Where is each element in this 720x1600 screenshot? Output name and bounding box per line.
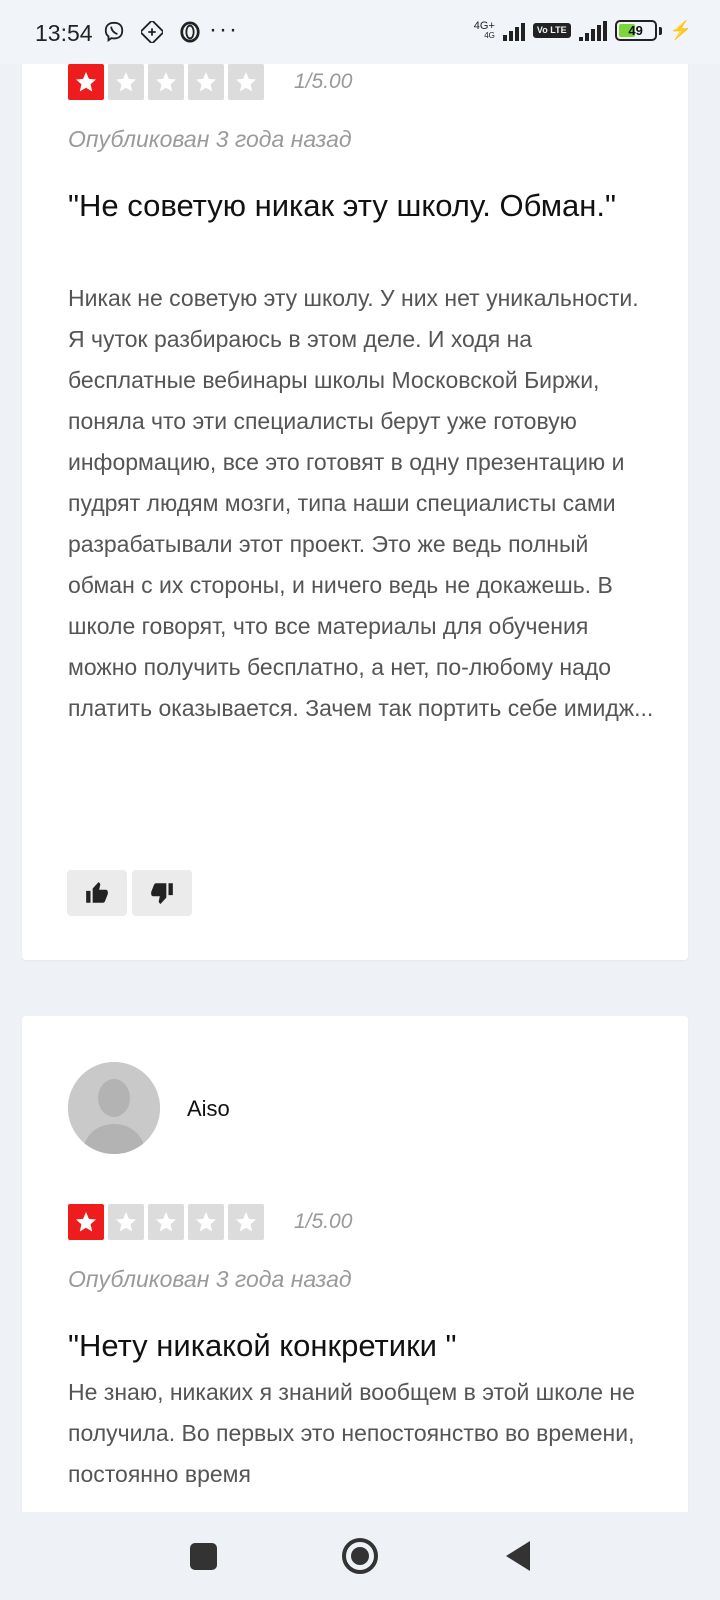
rating-score: 1/5.00 xyxy=(294,1210,353,1233)
recents-icon xyxy=(189,1542,217,1570)
review-title: "Не советую никак эту школу. Обман." xyxy=(68,188,616,223)
recents-button[interactable] xyxy=(181,1534,225,1578)
star-icon xyxy=(148,64,184,100)
star-rating: 1/5.00 xyxy=(68,1204,352,1240)
star-icon xyxy=(68,64,104,100)
system-status-icons: 4G+ 4G Vo LTE 49 ⚡ xyxy=(474,20,692,41)
back-button[interactable] xyxy=(496,1534,540,1578)
viber-icon xyxy=(102,20,126,44)
review-card: 1/5.00 Опубликован 3 года назад "Не сове… xyxy=(22,40,688,960)
sync-icon xyxy=(140,20,164,44)
user-placeholder-icon xyxy=(68,1062,160,1154)
published-date: Опубликован 3 года назад xyxy=(68,126,352,152)
opera-icon xyxy=(178,20,202,44)
published-date: Опубликован 3 года назад xyxy=(68,1266,352,1292)
star-icon xyxy=(188,64,224,100)
thumbs-down-icon xyxy=(151,883,173,904)
review-body: Не знаю, никаких я знаний вообщем в этой… xyxy=(68,1379,635,1487)
review-body: Никак не советую эту школу. У них нет ун… xyxy=(68,285,654,721)
review-title: "Нету никакой конкретики " xyxy=(68,1328,457,1363)
battery-nub xyxy=(658,26,662,35)
dislike-button[interactable] xyxy=(132,870,192,916)
charging-icon: ⚡ xyxy=(669,20,692,40)
home-icon xyxy=(342,1538,378,1574)
rating-score: 1/5.00 xyxy=(294,70,353,93)
status-bar: 13:54 ··· 4G+ 4G Vo LTE 49 ⚡ xyxy=(0,0,720,64)
star-icon xyxy=(188,1204,224,1240)
navigation-bar xyxy=(0,1512,720,1600)
star-icon xyxy=(68,1204,104,1240)
battery-icon: 49 xyxy=(614,20,657,41)
author-name[interactable]: Aiso xyxy=(187,1096,230,1122)
status-time: 13:54 xyxy=(35,20,93,46)
signal-icon-2 xyxy=(578,20,607,41)
volte-icon: Vo LTE xyxy=(532,23,571,38)
star-icon xyxy=(228,1204,264,1240)
signal-icon xyxy=(502,21,525,41)
home-button[interactable] xyxy=(338,1534,382,1578)
network-type: 4G+ 4G xyxy=(473,19,495,40)
notification-icons xyxy=(102,20,202,44)
star-rating: 1/5.00 xyxy=(68,64,352,100)
star-icon xyxy=(108,64,144,100)
star-icon xyxy=(108,1204,144,1240)
star-icon xyxy=(148,1204,184,1240)
like-button[interactable] xyxy=(67,870,127,916)
avatar[interactable] xyxy=(68,1062,160,1154)
back-icon xyxy=(506,1541,530,1571)
more-notifications-icon: ··· xyxy=(209,16,239,43)
thumbs-up-icon xyxy=(86,882,108,903)
star-icon xyxy=(228,64,264,100)
